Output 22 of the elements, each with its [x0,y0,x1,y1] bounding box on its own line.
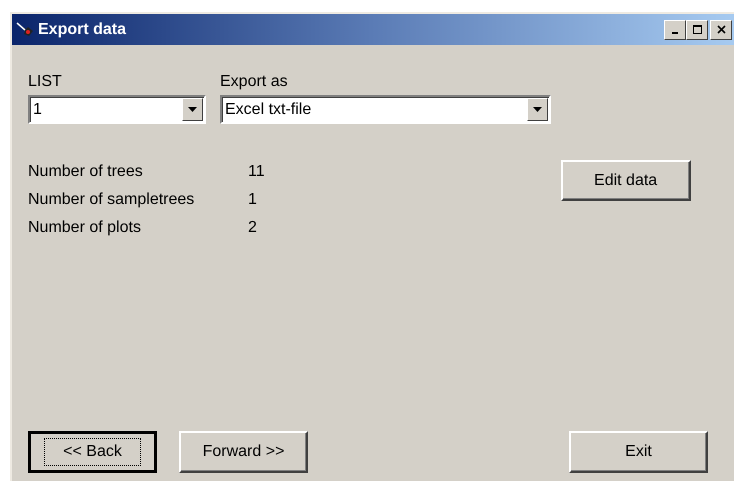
minimize-icon [672,32,678,34]
stat-label: Number of sampletrees [28,191,196,209]
stat-value: 1 [248,191,257,209]
close-button[interactable] [710,20,732,40]
quill-icon [16,22,34,38]
stat-label: Number of trees [28,163,144,181]
list-dropdown[interactable]: 1 [28,95,206,124]
field-label: LIST [28,73,63,91]
minimize-button[interactable] [664,20,686,40]
window-title: Export data [38,20,126,38]
export-format-dropdown[interactable]: Excel txt-file [220,95,551,124]
forward-button[interactable]: Forward >> [179,431,308,473]
stat-value: 2 [248,219,257,237]
edit-data-button[interactable]: Edit data [560,160,691,201]
back-button[interactable]: << Back [28,431,157,473]
stat-label: Number of plots [28,219,142,237]
stat-value: 11 [248,163,265,181]
maximize-icon [692,25,702,34]
field-label: Export as [220,73,289,91]
close-icon [716,25,726,34]
exit-button[interactable]: Exit [569,431,708,473]
maximize-button[interactable] [686,20,708,40]
